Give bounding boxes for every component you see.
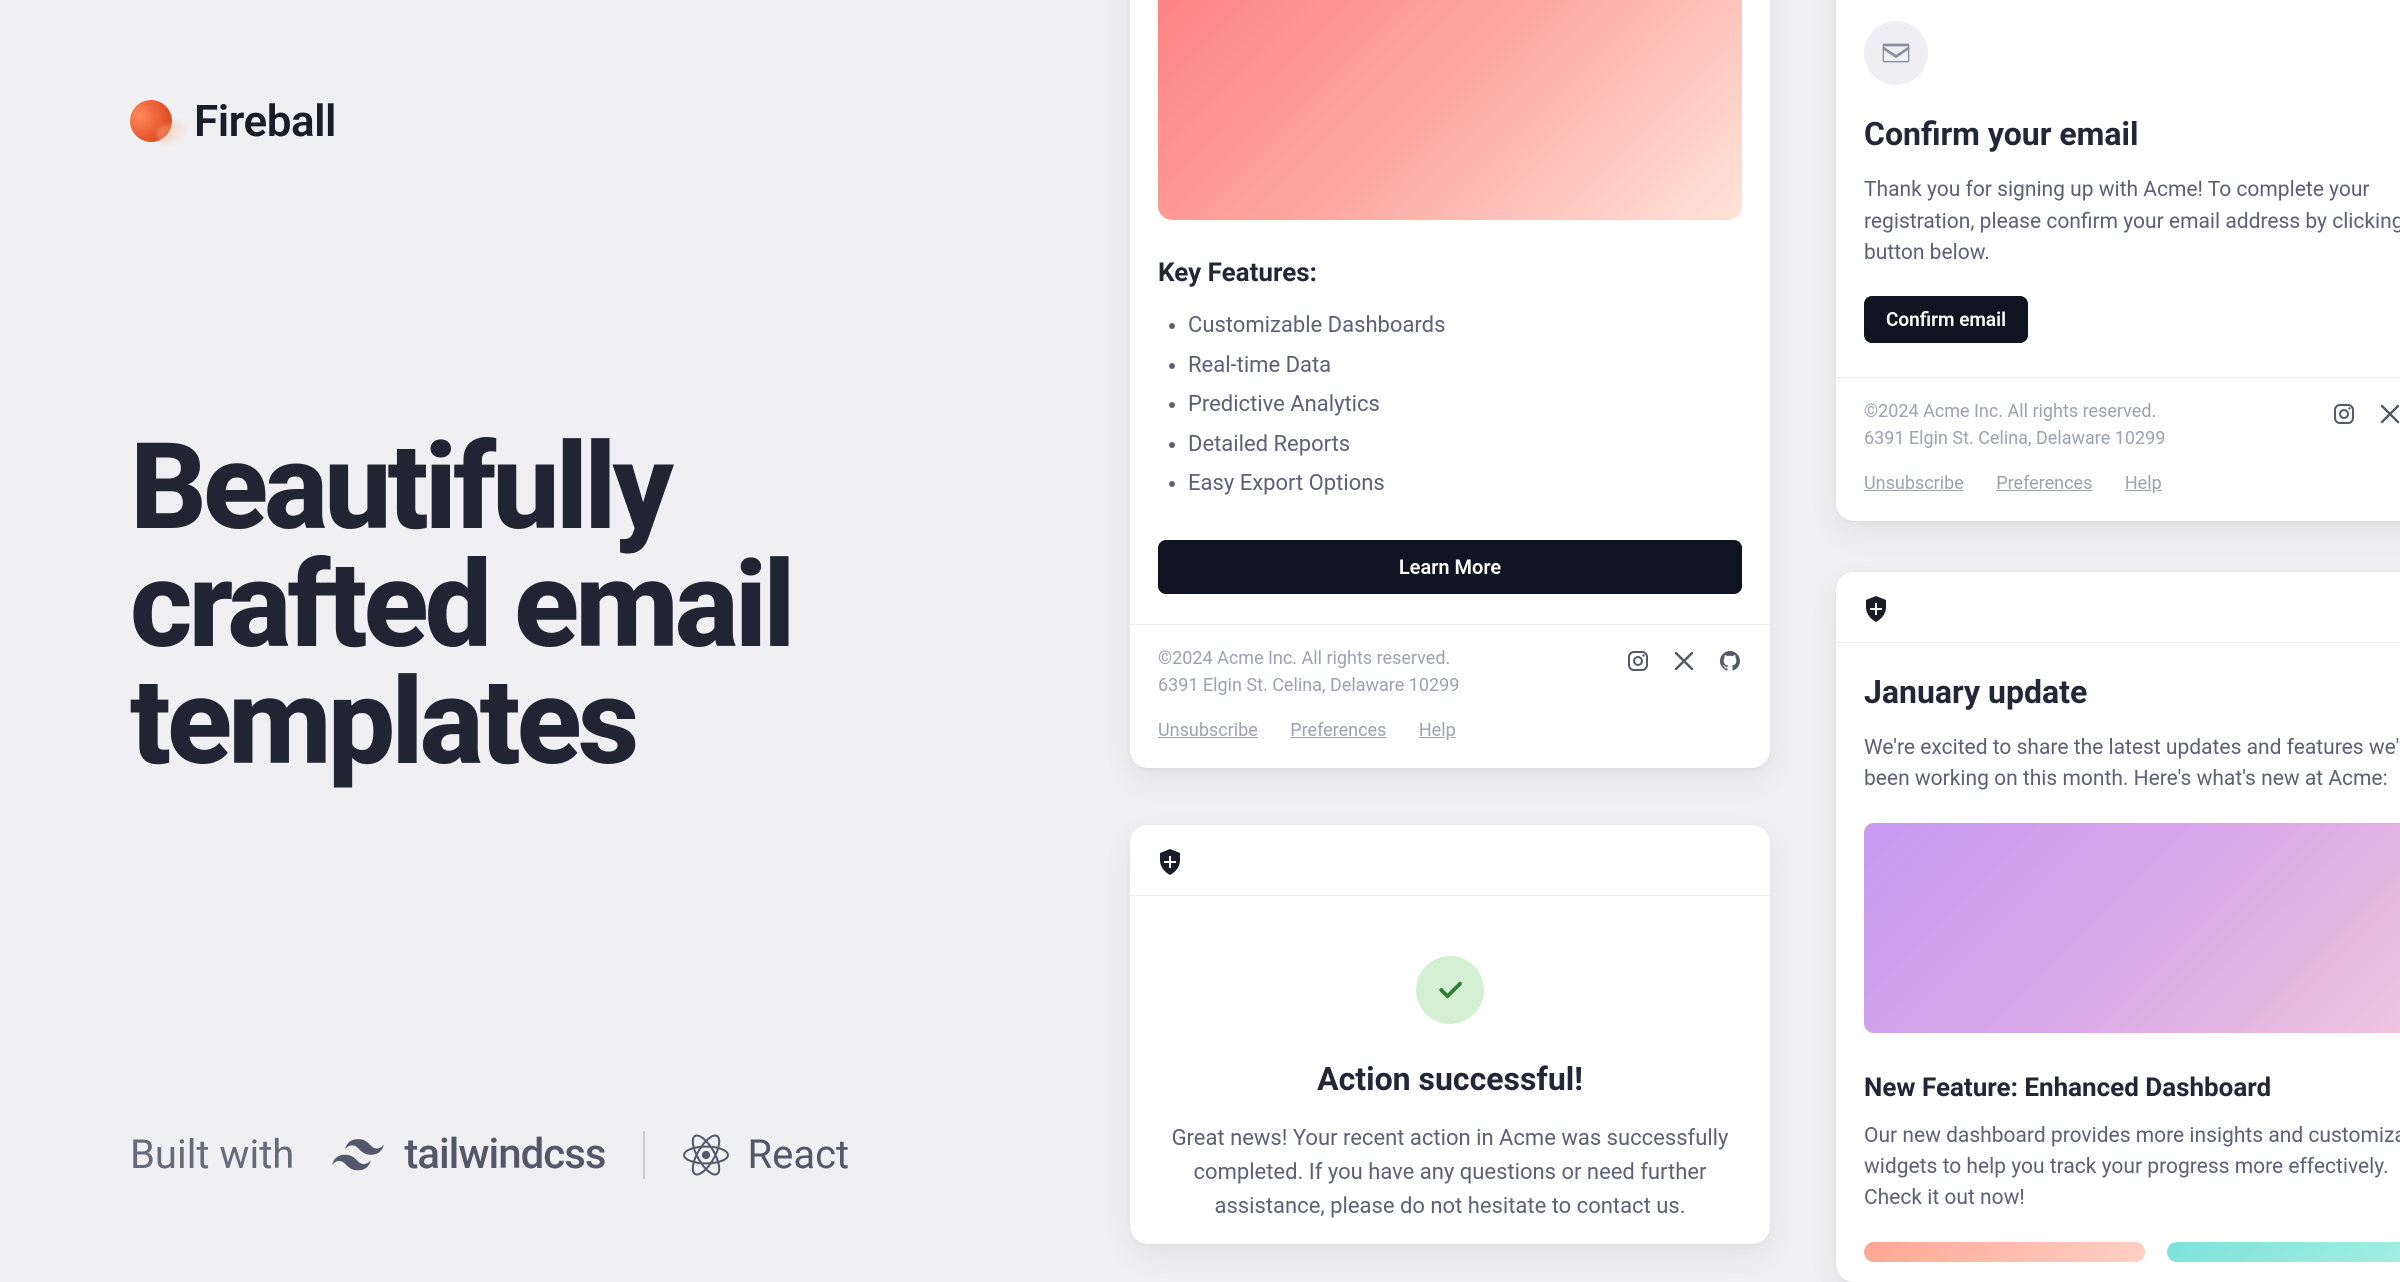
feature-item: Predictive Analytics [1188, 385, 1742, 425]
feature-item: Detailed Reports [1188, 425, 1742, 465]
help-link[interactable]: Help [2125, 473, 2162, 494]
brand: Fireball [130, 95, 336, 147]
template-card-update: January update We're excited to share th… [1836, 572, 2400, 1282]
footer-address: 6391 Elgin St. Celina, Delaware 10299 [1158, 672, 1484, 699]
card-header [1130, 825, 1770, 896]
instagram-icon[interactable] [1626, 649, 1650, 673]
footer-address: 6391 Elgin St. Celina, Delaware 10299 [1864, 425, 2190, 452]
preferences-link[interactable]: Preferences [1290, 720, 1386, 741]
tailwind-logo: tailwindcss [332, 1130, 605, 1179]
feature-hero-image [1158, 0, 1742, 220]
update-hero-image [1864, 823, 2400, 1033]
template-card-confirm: Confirm your email Thank you for signing… [1836, 0, 2400, 521]
preferences-link[interactable]: Preferences [1996, 473, 2092, 494]
feature-item: Real-time Data [1188, 346, 1742, 386]
hero-title-line3: templates [130, 653, 635, 793]
update-feature-title: New Feature: Enhanced Dashboard [1864, 1073, 2400, 1103]
unsubscribe-link[interactable]: Unsubscribe [1158, 720, 1258, 741]
unsubscribe-link[interactable]: Unsubscribe [1864, 473, 1964, 494]
template-card-success: Action successful! Great news! Your rece… [1130, 825, 1770, 1244]
footer-copyright: ©2024 Acme Inc. All rights reserved. [1864, 398, 2190, 425]
features-heading: Key Features: [1158, 258, 1742, 288]
react-text: React [747, 1131, 849, 1178]
success-badge [1416, 956, 1484, 1024]
card-footer: ©2024 Acme Inc. All rights reserved. 639… [1836, 377, 2400, 521]
card-body: January update We're excited to share th… [1836, 643, 2400, 1282]
footer-links: Unsubscribe Preferences Help [1864, 470, 2190, 497]
confirm-email-button[interactable]: Confirm email [1864, 296, 2028, 343]
instagram-icon[interactable] [2332, 402, 2356, 426]
email-badge [1864, 21, 1928, 85]
x-icon[interactable] [2378, 402, 2400, 426]
update-image-2 [2167, 1242, 2400, 1262]
built-with-row: Built with tailwindcss React [130, 1130, 849, 1179]
feature-item: Customizable Dashboards [1188, 306, 1742, 346]
update-intro: We're excited to share the latest update… [1864, 733, 2400, 795]
help-link[interactable]: Help [1419, 720, 1456, 741]
confirm-title: Confirm your email [1864, 115, 2400, 153]
template-card-features: Key Features: Customizable Dashboards Re… [1130, 0, 1770, 768]
confirm-body: Thank you for signing up with Acme! To c… [1864, 175, 2400, 270]
card-footer: ©2024 Acme Inc. All rights reserved. 639… [1130, 624, 1770, 768]
success-title: Action successful! [1170, 1060, 1730, 1098]
footer-copyright: ©2024 Acme Inc. All rights reserved. [1158, 645, 1484, 672]
hero-title: Beautifully crafted email templates [130, 430, 792, 783]
github-icon[interactable] [1718, 649, 1742, 673]
built-with-label: Built with [130, 1131, 294, 1178]
card-body: Action successful! Great news! Your rece… [1130, 896, 1770, 1244]
shield-icon [1864, 596, 1888, 622]
features-list: Customizable Dashboards Real-time Data P… [1188, 306, 1742, 504]
x-icon[interactable] [1672, 649, 1696, 673]
footer-icons [1626, 645, 1742, 673]
update-feature-body: Our new dashboard provides more insights… [1864, 1121, 2400, 1214]
feature-item: Easy Export Options [1188, 464, 1742, 504]
react-logo: React [683, 1131, 849, 1178]
tailwind-icon [332, 1139, 384, 1171]
footer-icons [2332, 398, 2400, 426]
divider [643, 1131, 645, 1179]
footer-links: Unsubscribe Preferences Help [1158, 717, 1484, 744]
learn-more-button[interactable]: Learn More [1158, 540, 1742, 594]
tailwind-text: tailwindcss [404, 1130, 605, 1179]
footer-meta: ©2024 Acme Inc. All rights reserved. 639… [1158, 645, 1484, 744]
envelope-icon [1880, 37, 1912, 69]
update-image-1 [1864, 1242, 2145, 1262]
hero-section: Fireball Beautifully crafted email templ… [130, 0, 1030, 1260]
footer-meta: ©2024 Acme Inc. All rights reserved. 639… [1864, 398, 2190, 497]
fireball-icon [124, 94, 178, 148]
react-icon [683, 1132, 729, 1178]
shield-icon [1158, 849, 1182, 875]
card-body: Confirm your email Thank you for signing… [1836, 0, 2400, 377]
card-header [1836, 572, 2400, 643]
success-body: Great news! Your recent action in Acme w… [1170, 1122, 1730, 1224]
brand-name: Fireball [194, 95, 336, 147]
check-icon [1435, 975, 1465, 1005]
update-title: January update [1864, 673, 2400, 711]
update-images-row [1864, 1242, 2400, 1262]
